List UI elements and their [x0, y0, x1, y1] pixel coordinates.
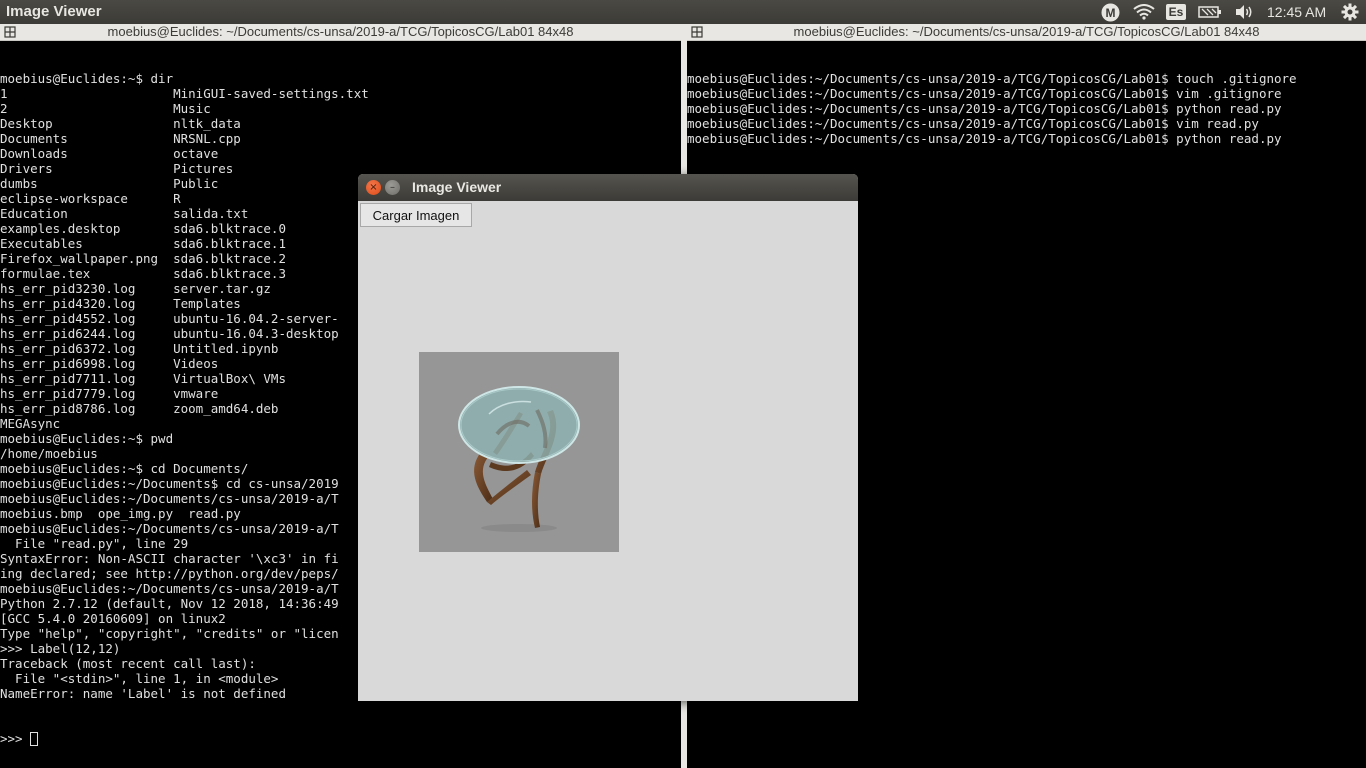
top-panel: Image Viewer M Es 12:45 AM [0, 0, 1366, 24]
right_terminal-line: moebius@Euclides:~/Documents/cs-unsa/201… [687, 71, 1297, 86]
left_terminal-line: 2 Music [0, 101, 211, 116]
python-prompt: >>> [0, 731, 31, 746]
keyboard-layout-icon[interactable]: Es [1165, 3, 1187, 21]
terminal-tab-icon [4, 26, 16, 38]
right_terminal-line: moebius@Euclides:~/Documents/cs-unsa/201… [687, 86, 1282, 101]
left-terminal-prompt-line: >>> [0, 731, 681, 746]
svg-text:M: M [1105, 6, 1115, 20]
battery-icon[interactable] [1197, 3, 1223, 21]
clock[interactable]: 12:45 AM [1267, 4, 1326, 20]
left_terminal-line: Downloads octave [0, 146, 219, 161]
left-terminal-titlebar[interactable]: moebius@Euclides: ~/Documents/cs-unsa/20… [0, 24, 681, 41]
left_terminal-line: moebius@Euclides:~$ dir [0, 71, 174, 86]
mega-icon[interactable]: M [1100, 3, 1120, 21]
left_terminal-line: Desktop nltk_data [0, 116, 241, 131]
right_terminal-line: moebius@Euclides:~/Documents/cs-unsa/201… [687, 131, 1282, 146]
volume-icon[interactable] [1233, 3, 1255, 21]
image-viewer-window[interactable]: × – Image Viewer Cargar Imagen [358, 174, 858, 701]
left_terminal-line: 1 MiniGUI-saved-settings.txt [0, 86, 369, 101]
keyboard-layout-label: Es [1165, 4, 1187, 20]
right-terminal-titlebar[interactable]: moebius@Euclides: ~/Documents/cs-unsa/20… [687, 24, 1366, 41]
text-cursor [30, 732, 39, 746]
window-title: Image Viewer [412, 179, 502, 195]
left-terminal-title: moebius@Euclides: ~/Documents/cs-unsa/20… [107, 24, 574, 39]
left_terminal-line: Documents NRSNL.cpp [0, 131, 241, 146]
right_terminal-line: moebius@Euclides:~/Documents/cs-unsa/201… [687, 116, 1259, 131]
minimize-button[interactable]: – [385, 180, 400, 195]
load-image-button[interactable]: Cargar Imagen [360, 203, 472, 227]
image-display [419, 352, 619, 552]
right_terminal-line: moebius@Euclides:~/Documents/cs-unsa/201… [687, 101, 1282, 116]
gear-icon[interactable] [1340, 3, 1360, 21]
glass-table-image [458, 386, 580, 532]
terminal-tab-icon [691, 26, 703, 38]
minimize-icon: – [390, 181, 395, 193]
right-terminal-output: moebius@Euclides:~/Documents/cs-unsa/201… [687, 71, 1366, 146]
wifi-icon[interactable] [1132, 3, 1156, 21]
right-terminal-title: moebius@Euclides: ~/Documents/cs-unsa/20… [793, 24, 1260, 39]
active-app-title: Image Viewer [6, 3, 102, 20]
close-icon: × [369, 181, 378, 193]
close-button[interactable]: × [366, 180, 381, 195]
image-viewer-titlebar[interactable]: × – Image Viewer [358, 174, 858, 201]
